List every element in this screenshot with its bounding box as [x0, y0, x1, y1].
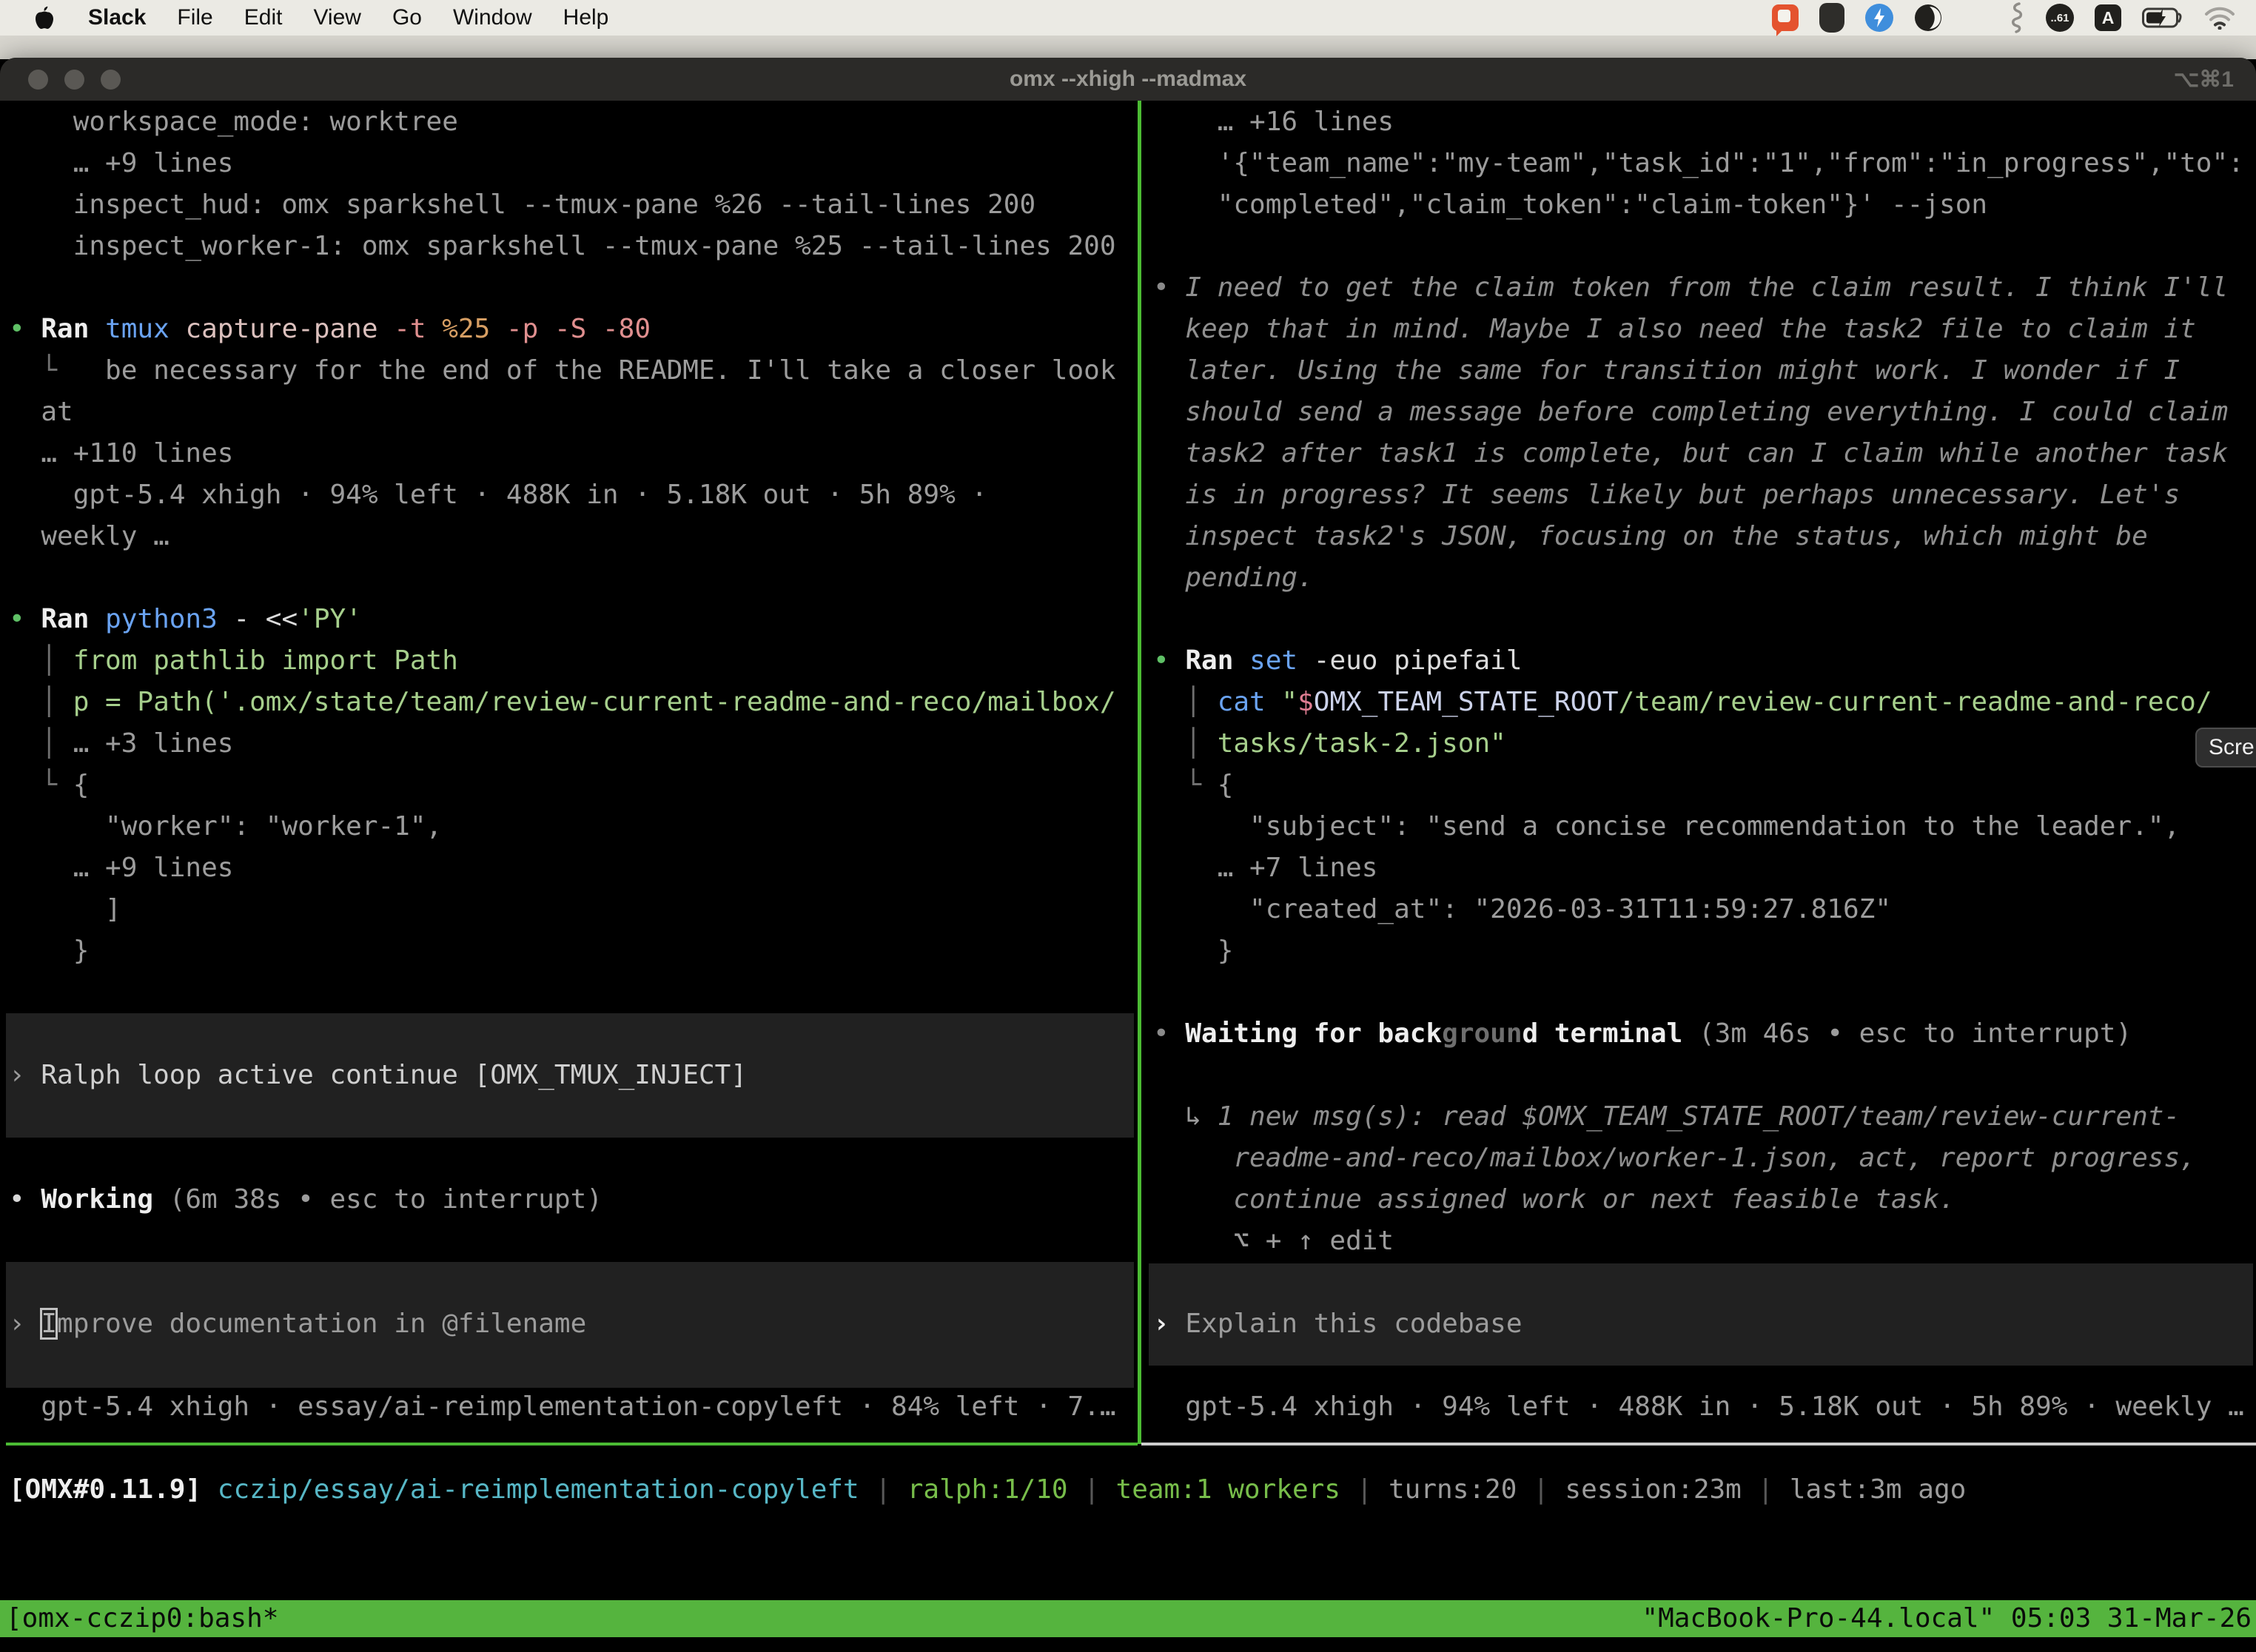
terminal-row: • Ran set -euo pipefail [1153, 640, 1523, 682]
tmux-host-clock-label: "MacBook-Pro-44.local" 05:03 31-Mar-26 [1642, 1600, 2256, 1637]
menu-item-view[interactable]: View [298, 5, 376, 30]
left-pane-border [6, 1443, 1138, 1446]
terminal-row: continue assigned work or next feasible … [1153, 1179, 1955, 1220]
terminal-row: │ from pathlib import Path [9, 640, 458, 682]
terminal-row: '{"team_name":"my-team","task_id":"1","f… [1153, 143, 2244, 184]
terminal-row: "completed","claim_token":"claim-token"}… [1153, 184, 1987, 226]
apple-menu-icon[interactable] [30, 6, 59, 30]
chat-icon[interactable] [1772, 4, 1799, 31]
menu-item-file[interactable]: File [161, 5, 228, 30]
terminal-row: › Ralph loop active continue [OMX_TMUX_I… [9, 1055, 747, 1096]
terminal-row: └ { [1153, 765, 1233, 806]
terminal-row: … +7 lines [1153, 847, 1377, 889]
terminal-content[interactable]: workspace_mode: worktree … +9 lines insp… [0, 101, 2256, 1652]
terminal-row: } [1153, 930, 1233, 972]
window-shortcut-badge: ⌥⌘1 [2174, 67, 2234, 93]
tmux-session-label: [omx-cczip0:bash* [0, 1600, 278, 1637]
terminal-row: "created_at": "2026-03-31T11:59:27.816Z" [1153, 889, 1891, 930]
menu-item-slack[interactable]: Slack [73, 5, 161, 30]
right-pane-border [1141, 1443, 2256, 1446]
terminal-row: • Ran tmux capture-pane -t %25 -p -S -80 [9, 309, 651, 350]
shield-grid-icon[interactable] [1819, 3, 1844, 33]
terminal-row: later. Using the same for transition mig… [1153, 350, 2180, 392]
menu-item-help[interactable]: Help [548, 5, 625, 30]
terminal-row: } [9, 930, 89, 972]
menu-items: SlackFileEditViewGoWindowHelp [73, 0, 624, 36]
terminal-row: • Waiting for background terminal (3m 46… [1153, 1013, 2132, 1055]
terminal-row: task2 after task1 is complete, but can I… [1153, 433, 2228, 474]
terminal-row: weekly … [9, 516, 169, 557]
terminal-row: … +110 lines [9, 433, 233, 474]
terminal-row: │ p = Path('.omx/state/team/review-curre… [9, 682, 1116, 723]
menu-item-go[interactable]: Go [377, 5, 437, 30]
terminal-row: "worker": "worker-1", [9, 806, 442, 847]
window-title: omx --xhigh --madmax [0, 67, 2256, 92]
terminal-row: keep that in mind. Maybe I also need the… [1153, 309, 2196, 350]
terminal-row: inspect_worker-1: omx sparkshell --tmux-… [9, 226, 1116, 267]
terminal-row: … +9 lines [9, 847, 233, 889]
terminal-row: gpt-5.4 xhigh · essay/ai-reimplementatio… [9, 1386, 1116, 1428]
title-bar[interactable]: omx --xhigh --madmax ⌥⌘1 [0, 58, 2256, 101]
badge-61-label: ..61 [2050, 12, 2069, 24]
terminal-row: ] [9, 889, 121, 930]
terminal-row: workspace_mode: worktree [9, 101, 458, 143]
dots-grid-icon[interactable] [1963, 6, 1987, 30]
terminal-row: │ … +3 lines [9, 723, 233, 765]
terminal-row: gpt-5.4 xhigh · 94% left · 488K in · 5.1… [9, 474, 987, 516]
terminal-row: • Ran python3 - <<'PY' [9, 599, 362, 640]
badge-61-icon[interactable]: ..61 [2046, 4, 2074, 32]
desktop-background [0, 36, 2256, 59]
terminal-row: inspect_hud: omx sparkshell --tmux-pane … [9, 184, 1035, 226]
terminal-row: at [9, 392, 73, 433]
terminal-row: pending. [1153, 557, 1314, 599]
terminal-row: • Working (6m 38s • esc to interrupt) [9, 1179, 602, 1220]
terminal-row: └ be necessary for the end of the README… [9, 350, 1116, 392]
terminal-row: ↳ 1 new msg(s): read $OMX_TEAM_STATE_ROO… [1153, 1096, 2180, 1138]
squiggle-icon[interactable] [2007, 2, 2025, 33]
terminal-row: … +16 lines [1153, 101, 1394, 143]
menu-item-edit[interactable]: Edit [229, 5, 298, 30]
terminal-row: › Explain this codebase [1153, 1303, 1523, 1345]
tmux-status-bar: [omx-cczip0:bash* "MacBook-Pro-44.local"… [0, 1600, 2256, 1637]
terminal-row: ⌥ + ↑ edit [1153, 1220, 1394, 1262]
a-square-label: A [2102, 8, 2115, 28]
terminal-row: gpt-5.4 xhigh · 94% left · 488K in · 5.1… [1153, 1386, 2244, 1428]
menu-status-icons: ..61 A [1772, 2, 2256, 33]
menu-item-window[interactable]: Window [437, 5, 548, 30]
terminal-row: readme-and-reco/mailbox/worker-1.json, a… [1153, 1138, 2196, 1179]
terminal-window: omx --xhigh --madmax ⌥⌘1 workspace_mode:… [0, 58, 2256, 1652]
screenshot-tooltip-label: Scre [2209, 735, 2255, 760]
terminal-row: should send a message before completing … [1153, 392, 2228, 433]
terminal-row: … +9 lines [9, 143, 233, 184]
a-square-icon[interactable]: A [2095, 4, 2121, 31]
bolt-circle-icon[interactable] [1865, 4, 1893, 32]
terminal-row: └ { [9, 765, 89, 806]
terminal-row: │ tasks/task-2.json" [1153, 723, 1506, 765]
terminal-row: inspect task2's JSON, focusing on the st… [1153, 516, 2148, 557]
terminal-row: • I need to get the claim token from the… [1153, 267, 2228, 309]
moon-circle-icon[interactable] [1914, 4, 1942, 32]
wifi-icon[interactable] [2204, 6, 2235, 30]
terminal-row: │ cat "$OMX_TEAM_STATE_ROOT/team/review-… [1153, 682, 2212, 723]
menu-bar: SlackFileEditViewGoWindowHelp ..61 A [0, 0, 2256, 36]
omx-status-line: [OMX#0.11.9] cczip/essay/ai-reimplementa… [9, 1469, 1966, 1511]
terminal-row: "subject": "send a concise recommendatio… [1153, 806, 2180, 847]
battery-charging-icon[interactable] [2142, 7, 2183, 29]
terminal-row: is in progress? It seems likely but perh… [1153, 474, 2180, 516]
screenshot-tooltip: Scre [2195, 728, 2256, 768]
terminal-row: › Improve documentation in @filename [9, 1303, 586, 1345]
pane-divider[interactable] [1138, 101, 1141, 1444]
